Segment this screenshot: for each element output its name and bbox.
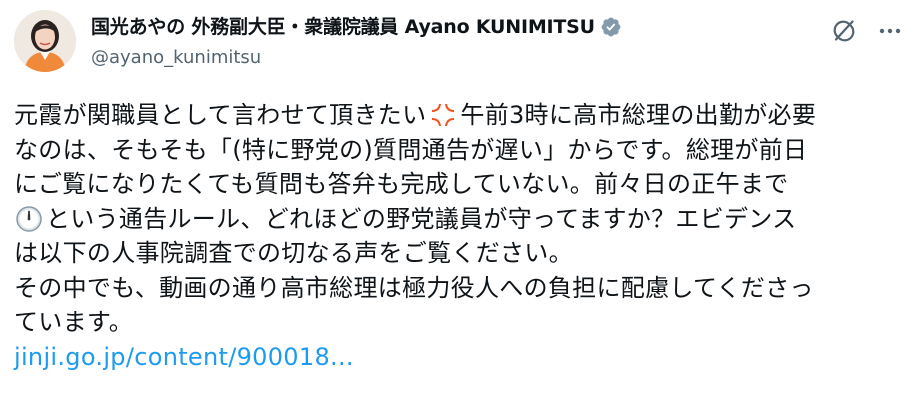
header-actions (827, 14, 907, 48)
post-text-segment: 元霞が関職員として言わせて頂きたい (14, 101, 427, 129)
post-text-segment: なのは、そもそも「(特に野党の)質問通告が遅い」からです。総理が前日 (14, 135, 808, 164)
post-text-segment: 午前3時に高市総理の出勤が必要 (460, 101, 817, 129)
post-text-segment: ています。 (14, 308, 134, 336)
post-line: 元霞が関職員として言わせて頂きたい 午前3時に高市総理の出勤が必要 (14, 98, 904, 133)
post-text-segment: その中でも、動画の通り高市総理は極力役人への負担に配慮してくださっ (14, 273, 814, 302)
post-line: にご覧になりたくても質問も答弁も完成していない。前々日の正午まで (14, 167, 904, 202)
post-link[interactable]: jinji.go.jp/content/900018... (14, 340, 354, 375)
display-name-row: 国光あやの 外務副大臣・衆議院議員 Ayano KUNIMITSU (91, 12, 622, 42)
avatar[interactable] (14, 10, 76, 72)
post-line: ています。 (14, 305, 904, 340)
verified-badge-icon[interactable] (600, 16, 622, 38)
post-card: 国光あやの 外務副大臣・衆議院議員 Ayano KUNIMITSU @ayano… (0, 0, 921, 415)
more-options-icon[interactable] (873, 14, 907, 48)
post-line: は以下の人事院調査での切なる声をご覧ください。 (14, 236, 904, 271)
post-text-segment: は以下の人事院調査での切なる声をご覧ください。 (14, 239, 573, 267)
grok-icon[interactable] (827, 14, 861, 48)
post-text: 元霞が関職員として言わせて頂きたい 午前3時に高市総理の出勤が必要 なのは、そも… (14, 98, 904, 374)
clock-icon (14, 204, 44, 234)
handle[interactable]: @ayano_kunimitsu (91, 44, 622, 72)
display-name[interactable]: 国光あやの 外務副大臣・衆議院議員 Ayano KUNIMITSU (91, 12, 595, 42)
post-line: という通告ルール、どれほどの野党議員が守ってますか？エビデンス (14, 202, 904, 237)
post-line: なのは、そもそも「(特に野党の)質問通告が遅い」からです。総理が前日 (14, 133, 904, 168)
post-line: その中でも、動画の通り高市総理は極力役人への負担に配慮してくださっ (14, 271, 904, 306)
post-header: 国光あやの 外務副大臣・衆議院議員 Ayano KUNIMITSU @ayano… (14, 10, 907, 76)
post-line: jinji.go.jp/content/900018... (14, 340, 904, 375)
anger-symbol-icon (428, 100, 458, 130)
post-text-segment: にご覧になりたくても質問も答弁も完成していない。前々日の正午まで (14, 170, 789, 198)
author-names: 国光あやの 外務副大臣・衆議院議員 Ayano KUNIMITSU @ayano… (91, 12, 622, 72)
post-text-segment: という通告ルール、どれほどの野党議員が守ってますか？エビデンス (46, 204, 797, 233)
